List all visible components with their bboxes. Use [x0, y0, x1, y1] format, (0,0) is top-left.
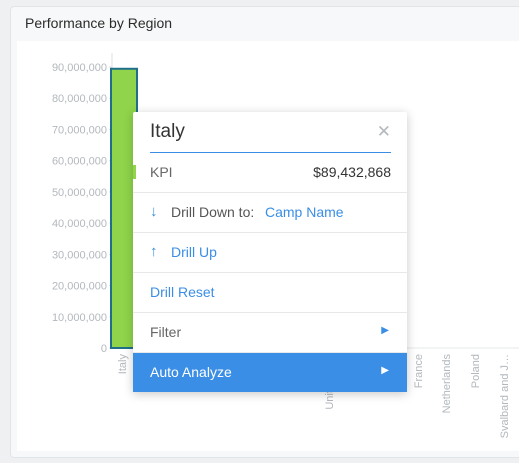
y-tick-label: 10,000,000: [52, 312, 107, 324]
drill-down-item[interactable]: ↓ Drill Down to: Camp Name: [133, 193, 407, 233]
y-tick-label: 90,000,000: [52, 62, 107, 74]
kpi-value: $89,432,868: [313, 164, 391, 180]
y-tick-label: 60,000,000: [52, 156, 107, 168]
popup-title: Italy: [150, 121, 185, 142]
chevron-right-icon: ▶: [381, 325, 389, 336]
drill-up-label: Drill Up: [171, 244, 217, 260]
chevron-right-icon: ▶: [381, 365, 389, 376]
auto-analyze-item[interactable]: Auto Analyze ▶: [133, 353, 407, 392]
filter-label: Filter: [150, 324, 182, 340]
drill-popup: Italy ✕ KPI $89,432,868 ↓ Drill Down to:…: [133, 112, 407, 392]
kpi-row: KPI $89,432,868: [133, 153, 407, 193]
auto-analyze-label: Auto Analyze: [150, 364, 232, 380]
arrow-down-icon: ↓: [150, 203, 158, 220]
drill-reset-item[interactable]: Drill Reset: [133, 273, 407, 313]
x-tick-label: France: [413, 354, 425, 388]
filter-item[interactable]: Filter ▶: [133, 313, 407, 353]
x-tick-label: Italy: [117, 354, 129, 375]
kpi-label: KPI: [150, 164, 173, 180]
arrow-up-icon: ↑: [150, 243, 158, 260]
close-icon[interactable]: ✕: [377, 122, 391, 142]
y-tick-label: 0: [101, 343, 107, 355]
drill-down-target[interactable]: Camp Name: [265, 204, 344, 220]
y-tick-label: 70,000,000: [52, 124, 107, 136]
x-tick-label: Poland: [470, 354, 482, 388]
x-tick-label: Netherlands: [441, 354, 453, 414]
popup-header: Italy ✕: [150, 112, 391, 153]
drill-reset-label: Drill Reset: [150, 284, 215, 300]
y-tick-label: 20,000,000: [52, 281, 107, 293]
drill-down-prefix: Drill Down to:: [171, 204, 255, 220]
x-tick-label: Svalbard and J…: [499, 354, 511, 438]
y-tick-label: 80,000,000: [52, 93, 107, 105]
y-tick-label: 40,000,000: [52, 218, 107, 230]
card-title: Performance by Region: [25, 15, 173, 31]
drill-up-item[interactable]: ↑ Drill Up: [133, 233, 407, 273]
kpi-color-swatch: [133, 165, 136, 179]
y-tick-label: 30,000,000: [52, 249, 107, 261]
y-tick-label: 50,000,000: [52, 187, 107, 199]
